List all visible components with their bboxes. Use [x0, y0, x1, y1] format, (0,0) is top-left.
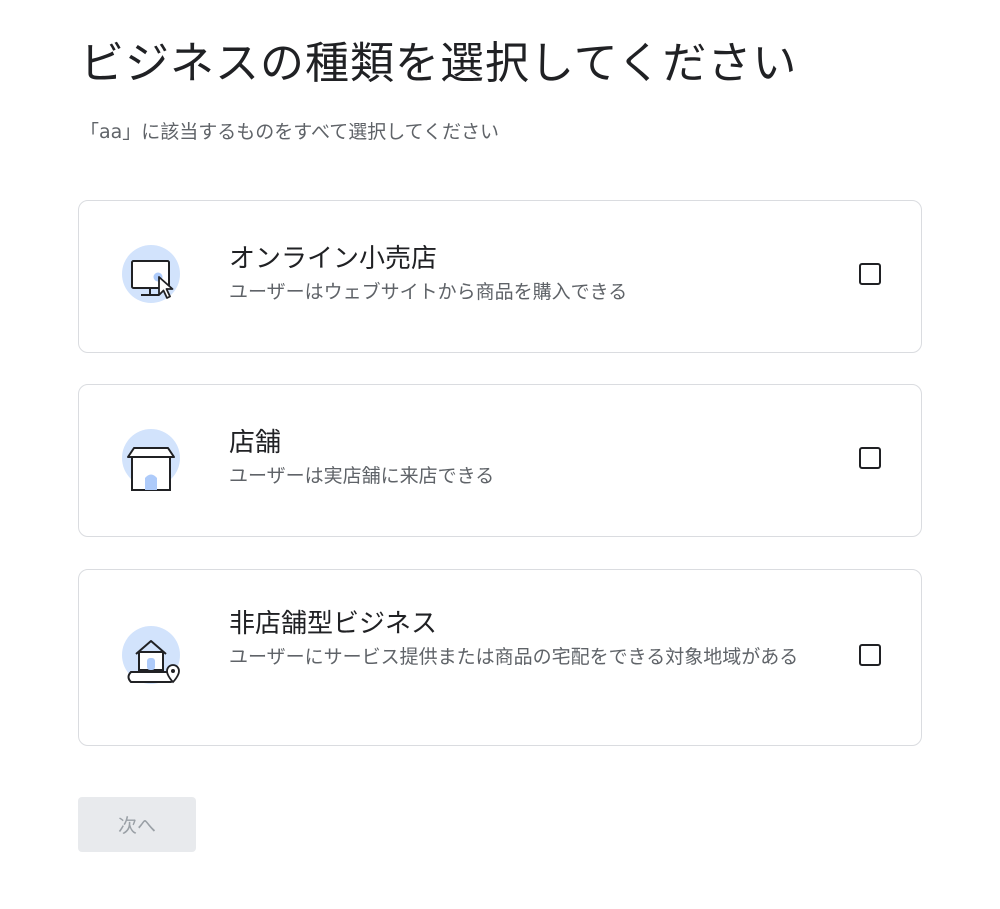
page-title: ビジネスの種類を選択してください — [80, 38, 798, 89]
online-retail-checkbox[interactable] — [859, 263, 881, 285]
next-button[interactable]: 次へ — [78, 797, 196, 852]
storefront-icon — [122, 429, 180, 491]
option-card-online-retail[interactable]: オンライン小売店 ユーザーはウェブサイトから商品を購入できる — [78, 200, 922, 353]
option-description: ユーザーは実店舗に来店できる — [229, 465, 495, 487]
store-checkbox[interactable] — [859, 447, 881, 469]
option-card-store[interactable]: 店舗 ユーザーは実店舗に来店できる — [78, 384, 922, 537]
option-description: ユーザーにサービス提供または商品の宅配をできる対象地域がある — [229, 646, 799, 668]
option-title: 店舗 — [229, 428, 282, 458]
page-subtitle: 「aa」に該当するものをすべて選択してください — [80, 121, 500, 143]
option-title: オンライン小売店 — [229, 244, 438, 274]
option-card-service-area[interactable]: 非店舗型ビジネス ユーザーにサービス提供または商品の宅配をできる対象地域がある — [78, 569, 922, 746]
service-area-checkbox[interactable] — [859, 644, 881, 666]
house-map-pin-icon — [122, 626, 180, 684]
monitor-cursor-icon — [122, 245, 180, 303]
option-description: ユーザーはウェブサイトから商品を購入できる — [229, 281, 628, 303]
option-title: 非店舗型ビジネス — [229, 609, 438, 639]
